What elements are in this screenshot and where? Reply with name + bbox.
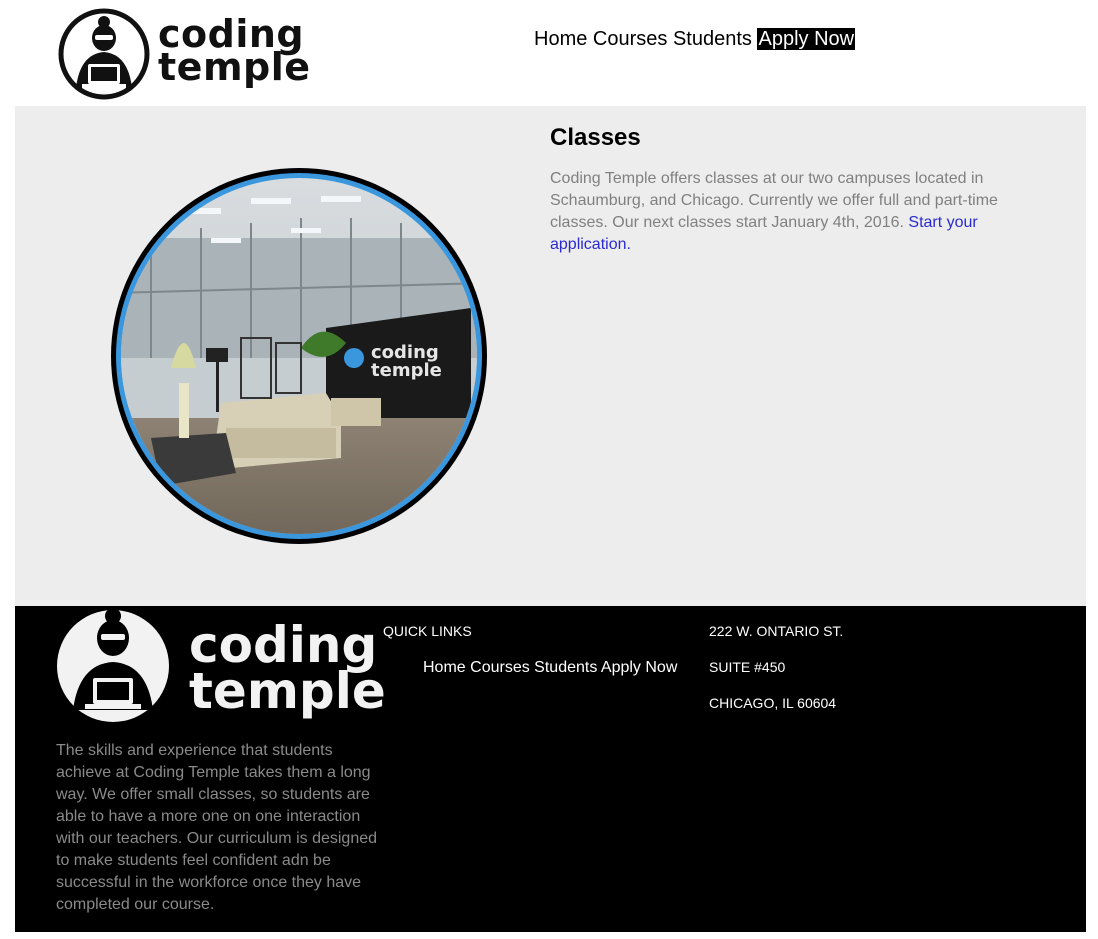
footer-about-text: The skills and experience that students … [56,742,378,913]
quick-links-heading: QUICK LINKS [383,623,472,639]
classes-heading: Classes [550,124,641,151]
footer-nav-apply-now-link[interactable]: Apply Now [601,659,677,676]
nav-students-link[interactable]: Students [673,28,752,50]
nav-home-link[interactable]: Home [534,28,587,50]
footer-nav-courses-link[interactable]: Courses [470,659,530,676]
footer-logo-wordmark: coding temple [189,620,386,720]
footer-nav: Home Courses Students Apply Now [423,659,677,677]
site-header: coding temple Home Courses Students Appl… [0,0,1098,106]
address-street: 222 W. ONTARIO ST. [709,623,844,639]
nav-apply-now-button[interactable]: Apply Now [757,28,856,50]
footer-logo-line2: temple [189,662,386,720]
logo-mascot-icon [58,8,150,100]
address-city: CHICAGO, IL 60604 [709,695,837,711]
address-suite: SUITE #450 [709,659,786,675]
logo-line2: temple [158,45,311,89]
photo-sign-line2: temple [371,360,442,381]
campus-lobby-photo: coding temple [111,168,487,544]
nav-courses-link[interactable]: Courses [593,28,667,50]
site-footer: coding temple The skills and experience … [15,606,1086,932]
main-nav: Home Courses Students Apply Now [534,28,856,51]
footer-nav-home-link[interactable]: Home [423,659,466,676]
footer-logo[interactable]: coding temple [55,606,386,722]
classes-section: coding temple Classes Coding Temple offe… [15,106,1086,606]
footer-nav-students-link[interactable]: Students [534,659,597,676]
coding-temple-logo[interactable]: coding temple [58,8,310,102]
logo-wordmark: coding temple [158,15,311,89]
footer-logo-mascot-icon [57,608,169,722]
classes-description: Coding Temple offers classes at our two … [550,168,1010,256]
